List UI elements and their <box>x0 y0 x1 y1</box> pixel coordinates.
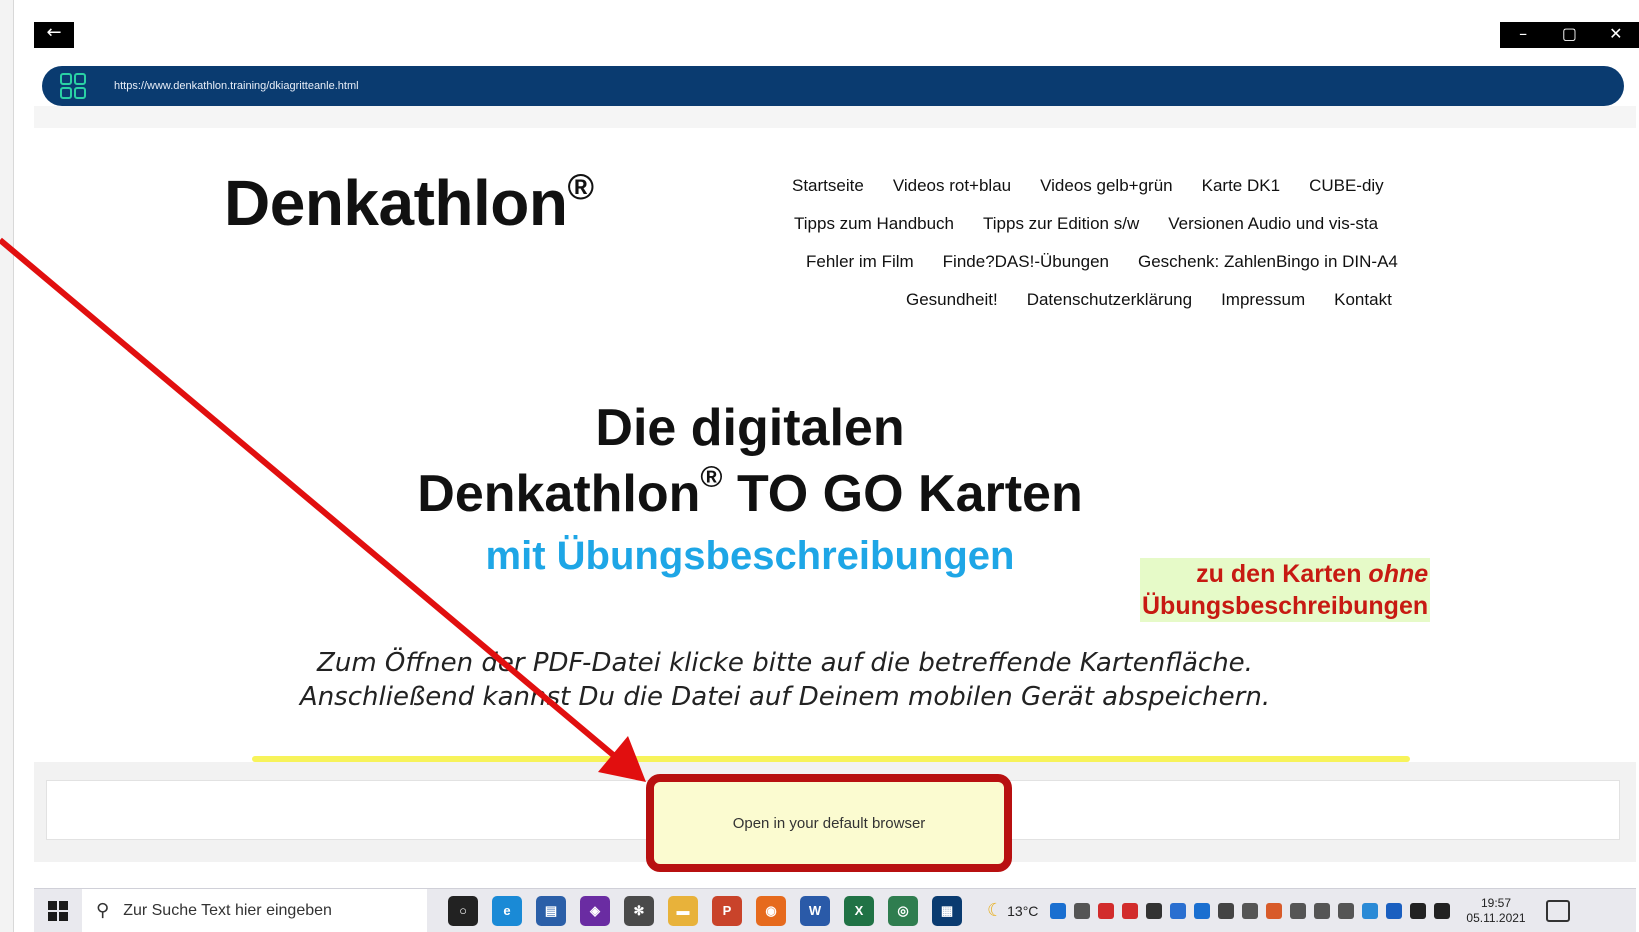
clock-time: 19:57 <box>1480 895 1512 910</box>
start-button[interactable] <box>34 889 82 932</box>
hero-title-line-1: Die digitalen <box>595 399 905 457</box>
url-bar: https://www.denkathlon.training/dkiagrit… <box>42 66 1624 106</box>
tray-icon-12[interactable] <box>1314 902 1331 919</box>
taskbar-clock[interactable]: 19:57 05.11.2021 <box>1466 896 1525 926</box>
settings-app-icon[interactable]: ✻ <box>624 895 654 926</box>
taskbar-apps: ○ e ▤ ◈ ✻ ▬ P ◉ W X ◎ ▦ <box>441 895 969 926</box>
window-top-edge <box>14 0 1639 22</box>
qr-app-icon[interactable]: ▦ <box>932 895 962 926</box>
maximize-button[interactable]: ▢ <box>1546 22 1592 48</box>
main-nav-row-1: Startseite Videos rot+blau Videos gelb+grü… <box>792 176 1384 196</box>
hero-title-line-2: Denkathlon® TO GO Karten <box>417 460 1083 523</box>
nav-kontakt[interactable]: Kontakt <box>1334 290 1392 310</box>
nav-tipps-edition[interactable]: Tipps zur Edition s/w <box>983 214 1139 234</box>
camera-app-icon[interactable]: ◎ <box>888 895 918 926</box>
tray-icon-3[interactable] <box>1098 902 1115 919</box>
nav-versionen-audio[interactable]: Versionen Audio und vis-sta <box>1168 214 1378 234</box>
site-logo[interactable]: Denkathlon® <box>224 166 594 240</box>
main-nav-row-3: Fehler im Film Finde?DAS!-Übungen Geschenk… <box>806 252 1398 272</box>
action-center-icon[interactable] <box>1545 899 1570 922</box>
nav-impressum[interactable]: Impressum <box>1221 290 1305 310</box>
instruction-line-1: Zum Öffnen der PDF-Datei klicke bitte au… <box>317 648 1253 678</box>
back-button[interactable]: ← <box>34 22 74 48</box>
tray-icon-9[interactable] <box>1242 902 1259 919</box>
tray-icon-14[interactable] <box>1362 902 1379 919</box>
tray-icon-4[interactable] <box>1122 902 1139 919</box>
nav-cube-diy[interactable]: CUBE-diy <box>1309 176 1384 196</box>
weather-temp[interactable]: 13°C <box>1007 903 1038 919</box>
search-placeholder: Zur Suche Text hier eingeben <box>123 901 332 919</box>
main-nav-row-2: Tipps zum Handbuch Tipps zur Edition s/w V… <box>794 214 1378 234</box>
tray-icon-13[interactable] <box>1338 902 1355 919</box>
cards-without-descriptions-link[interactable]: zu den Karten ohne Übungsbeschreibungen <box>1140 558 1431 622</box>
nav-datenschutz[interactable]: Datenschutzerklärung <box>1027 290 1192 310</box>
windows-logo-icon <box>48 900 68 921</box>
nav-videos-gelb-gruen[interactable]: Videos gelb+grün <box>1040 176 1173 196</box>
window-controls: – ▢ ✕ <box>1500 22 1639 48</box>
visual-studio-icon[interactable]: ◈ <box>580 895 610 926</box>
clock-date: 05.11.2021 <box>1466 910 1526 925</box>
qr-logo-icon <box>60 73 86 99</box>
nav-tipps-handbuch[interactable]: Tipps zum Handbuch <box>794 214 954 234</box>
weather-icon[interactable]: ☾ <box>987 900 1003 921</box>
nav-karte-dk1[interactable]: Karte DK1 <box>1202 176 1280 196</box>
nav-startseite[interactable]: Startseite <box>792 176 864 196</box>
system-tray: ☾ 13°C <box>987 900 1454 921</box>
tray-icon-5[interactable] <box>1146 902 1163 919</box>
tray-icon-16[interactable] <box>1410 902 1427 919</box>
nav-videos-rot-blau[interactable]: Videos rot+blau <box>893 176 1011 196</box>
minimize-button[interactable]: – <box>1500 22 1546 48</box>
tray-icon-15[interactable] <box>1386 902 1403 919</box>
close-button[interactable]: ✕ <box>1593 22 1639 48</box>
tray-icon-11[interactable] <box>1290 902 1307 919</box>
store-icon[interactable]: ▤ <box>536 895 566 926</box>
file-explorer-icon[interactable]: ▬ <box>668 895 698 926</box>
nav-fehler-im-film[interactable]: Fehler im Film <box>806 252 914 272</box>
edge-icon[interactable]: e <box>492 895 522 926</box>
tray-icon-17[interactable] <box>1434 902 1451 919</box>
excel-icon[interactable]: X <box>844 895 874 926</box>
nav-finde-das[interactable]: Finde?DAS!-Übungen <box>943 252 1109 272</box>
tray-icon-2[interactable] <box>1074 902 1091 919</box>
tray-icon-6[interactable] <box>1170 902 1187 919</box>
url-text: https://www.denkathlon.training/dkiagrit… <box>114 80 359 92</box>
main-nav-row-4: Gesundheit! Datenschutzerklärung Impressum… <box>906 290 1392 310</box>
powerpoint-icon[interactable]: P <box>712 895 742 926</box>
app-content <box>34 52 1636 732</box>
word-icon[interactable]: W <box>800 895 830 926</box>
nav-geschenk-zahlenbingo[interactable]: Geschenk: ZahlenBingo in DIN-A4 <box>1138 252 1398 272</box>
tray-icon-1[interactable] <box>1050 902 1067 919</box>
cortana-icon[interactable]: ○ <box>448 895 478 926</box>
taskbar-search[interactable]: ⚲ Zur Suche Text hier eingeben <box>82 888 427 932</box>
search-icon: ⚲ <box>96 900 110 921</box>
nav-gesundheit[interactable]: Gesundheit! <box>906 290 998 310</box>
tray-icon-8[interactable] <box>1218 902 1235 919</box>
url-bar-gap <box>34 106 1636 128</box>
firefox-icon[interactable]: ◉ <box>756 895 786 926</box>
windows-taskbar: ⚲ Zur Suche Text hier eingeben ○ e ▤ ◈ ✻ ▬ P ◉ W… <box>34 888 1636 932</box>
tray-icon-7[interactable] <box>1194 902 1211 919</box>
instruction-line-2: Anschließend kannst Du die Datei auf Dei… <box>299 682 1271 712</box>
tray-icons <box>1046 902 1454 919</box>
open-in-default-browser-button[interactable]: Open in your default browser <box>654 782 1004 864</box>
tray-icon-10[interactable] <box>1266 902 1283 919</box>
